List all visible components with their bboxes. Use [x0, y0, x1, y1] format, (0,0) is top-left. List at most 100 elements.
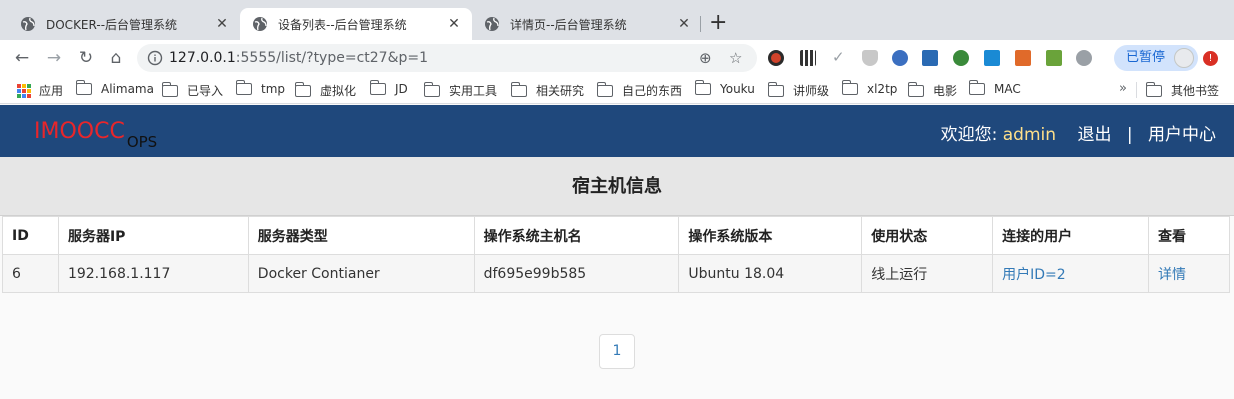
cell-id: 6	[2, 254, 59, 293]
bookmark-folder[interactable]: 已导入	[161, 81, 224, 99]
bookmark-folder[interactable]: 电影	[907, 81, 958, 99]
back-arrow-icon[interactable]: ←	[12, 48, 32, 68]
update-icon[interactable]: !	[1203, 51, 1218, 66]
folder-icon	[767, 81, 784, 97]
extension-icon[interactable]	[1076, 50, 1092, 66]
bookmark-folder[interactable]: 虚拟化	[294, 81, 357, 99]
bookmark-folder[interactable]: xl2tp	[841, 80, 897, 96]
tab-title: 设备列表--后台管理系统	[278, 17, 407, 32]
qr-code-icon[interactable]	[800, 50, 816, 66]
extension-icon[interactable]	[1015, 50, 1031, 66]
folder-icon	[1145, 81, 1162, 97]
reload-icon[interactable]: ↻	[76, 48, 96, 68]
folder-icon	[235, 80, 252, 95]
globe-icon	[485, 17, 499, 31]
app-navbar: IMOOCC OPS 欢迎您: admin 退出 | 用户中心	[0, 105, 1234, 157]
logout-link[interactable]: 退出	[1077, 125, 1111, 145]
folder-icon	[596, 81, 613, 97]
tab-divider	[700, 16, 701, 32]
bookmark-folder[interactable]: tmp	[235, 80, 286, 96]
folder-icon	[75, 80, 92, 95]
extension-icon[interactable]	[768, 50, 784, 66]
brand-sub: OPS	[126, 133, 158, 151]
table-header-row: ID 服务器IP 服务器类型 操作系统主机名 操作系统版本 使用状态 连接的用户…	[2, 216, 1230, 255]
bookmarks-divider	[1136, 82, 1137, 98]
bookmark-label: 电影	[933, 84, 958, 98]
bookmark-folder[interactable]: 实用工具	[423, 81, 498, 99]
column-header-server-ip: 服务器IP	[57, 216, 249, 255]
bookmark-folder[interactable]: 相关研究	[510, 81, 585, 99]
globe-icon	[21, 17, 35, 31]
folder-icon	[369, 80, 386, 95]
bookmark-label: 实用工具	[449, 84, 498, 98]
extension-icon[interactable]	[953, 50, 969, 66]
address-bar[interactable]: 127.0.0.1:5555/list/?type=ct27&p=1 ⊕ ☆	[137, 44, 757, 72]
bookmarks-overflow-button[interactable]: »	[1119, 81, 1127, 96]
bookmark-folder[interactable]: JD	[369, 80, 408, 96]
column-header-id: ID	[2, 216, 59, 255]
brand-logo[interactable]: IMOOCC OPS	[34, 119, 157, 151]
folder-icon	[694, 80, 711, 95]
plant-icon[interactable]	[1046, 50, 1062, 66]
tab-detail[interactable]: 详情页--后台管理系统 ✕	[472, 8, 702, 40]
extension-icon[interactable]	[892, 50, 908, 66]
bookmark-folder[interactable]: MAC	[968, 80, 1021, 96]
cell-view: 详情	[1148, 254, 1230, 293]
profile-button[interactable]: 已暂停	[1114, 45, 1198, 71]
bookmark-other[interactable]: 其他书签	[1145, 81, 1220, 99]
url-path: :5555/list/?type=ct27&p=1	[235, 50, 429, 66]
username-link[interactable]: admin	[1003, 125, 1056, 145]
user-menu: 欢迎您: admin 退出 | 用户中心	[941, 120, 1216, 145]
panel-heading: 宿主机信息	[0, 157, 1234, 216]
star-icon[interactable]: ☆	[729, 49, 742, 67]
bookmark-label: Youku	[720, 82, 755, 96]
close-icon[interactable]: ✕	[214, 16, 230, 32]
tab-device-list[interactable]: 设备列表--后台管理系统 ✕	[240, 8, 472, 40]
extension-icon[interactable]	[984, 50, 1000, 66]
close-icon[interactable]: ✕	[446, 16, 462, 32]
page-title: 宿主机信息	[572, 176, 662, 197]
folder-icon	[294, 81, 311, 97]
bookmark-label: 已导入	[187, 84, 224, 98]
column-header-os-version: 操作系统版本	[678, 216, 863, 255]
cell-os-version: Ubuntu 18.04	[678, 254, 863, 293]
extension-icon[interactable]	[922, 50, 938, 66]
bookmark-folder[interactable]: 自己的东西	[596, 81, 682, 99]
user-id-link[interactable]: 用户ID=2	[1002, 267, 1066, 283]
bookmark-label: Alimama	[101, 82, 154, 96]
bookmark-folder[interactable]: Youku	[694, 80, 755, 96]
tab-title: 详情页--后台管理系统	[510, 17, 627, 32]
bookmark-folder[interactable]: 讲师级	[767, 81, 830, 99]
pagination-page-button[interactable]: 1	[599, 334, 635, 369]
tab-docker[interactable]: DOCKER--后台管理系统 ✕	[8, 8, 240, 40]
shield-icon[interactable]	[862, 50, 878, 66]
home-icon[interactable]: ⌂	[106, 48, 126, 68]
check-icon[interactable]: ✓	[832, 48, 848, 66]
bookmark-apps[interactable]: 应用	[17, 82, 63, 99]
close-icon[interactable]: ✕	[676, 16, 692, 32]
forward-arrow-icon[interactable]: →	[44, 48, 64, 68]
new-tab-button[interactable]: +	[709, 12, 727, 34]
tab-strip: DOCKER--后台管理系统 ✕ 设备列表--后台管理系统 ✕ 详情页--后台管…	[0, 0, 1234, 40]
bookmark-label: 虚拟化	[320, 84, 357, 98]
bookmark-label: JD	[395, 82, 408, 96]
tab-title: DOCKER--后台管理系统	[46, 17, 178, 32]
bookmark-label: 应用	[39, 84, 64, 98]
bookmark-label: 讲师级	[793, 84, 830, 98]
info-icon[interactable]	[147, 50, 163, 66]
bookmark-label: 相关研究	[536, 84, 585, 98]
apps-grid-icon	[17, 83, 31, 98]
bookmark-label: 其他书签	[1171, 84, 1220, 98]
profile-status: 已暂停	[1126, 50, 1166, 65]
user-center-link[interactable]: 用户中心	[1148, 125, 1216, 145]
url-host: 127.0.0.1	[169, 50, 236, 66]
folder-icon	[968, 80, 985, 95]
bookmark-folder[interactable]: Alimama	[75, 80, 154, 96]
cell-server-type: Docker Contianer	[247, 254, 475, 293]
table-row: 6 192.168.1.117 Docker Contianer df695e9…	[2, 254, 1230, 293]
details-link[interactable]: 详情	[1158, 267, 1186, 283]
host-table: ID 服务器IP 服务器类型 操作系统主机名 操作系统版本 使用状态 连接的用户…	[2, 216, 1230, 293]
bookmark-label: tmp	[261, 82, 286, 96]
zoom-icon[interactable]: ⊕	[699, 49, 712, 67]
cell-connected-user: 用户ID=2	[992, 254, 1149, 293]
